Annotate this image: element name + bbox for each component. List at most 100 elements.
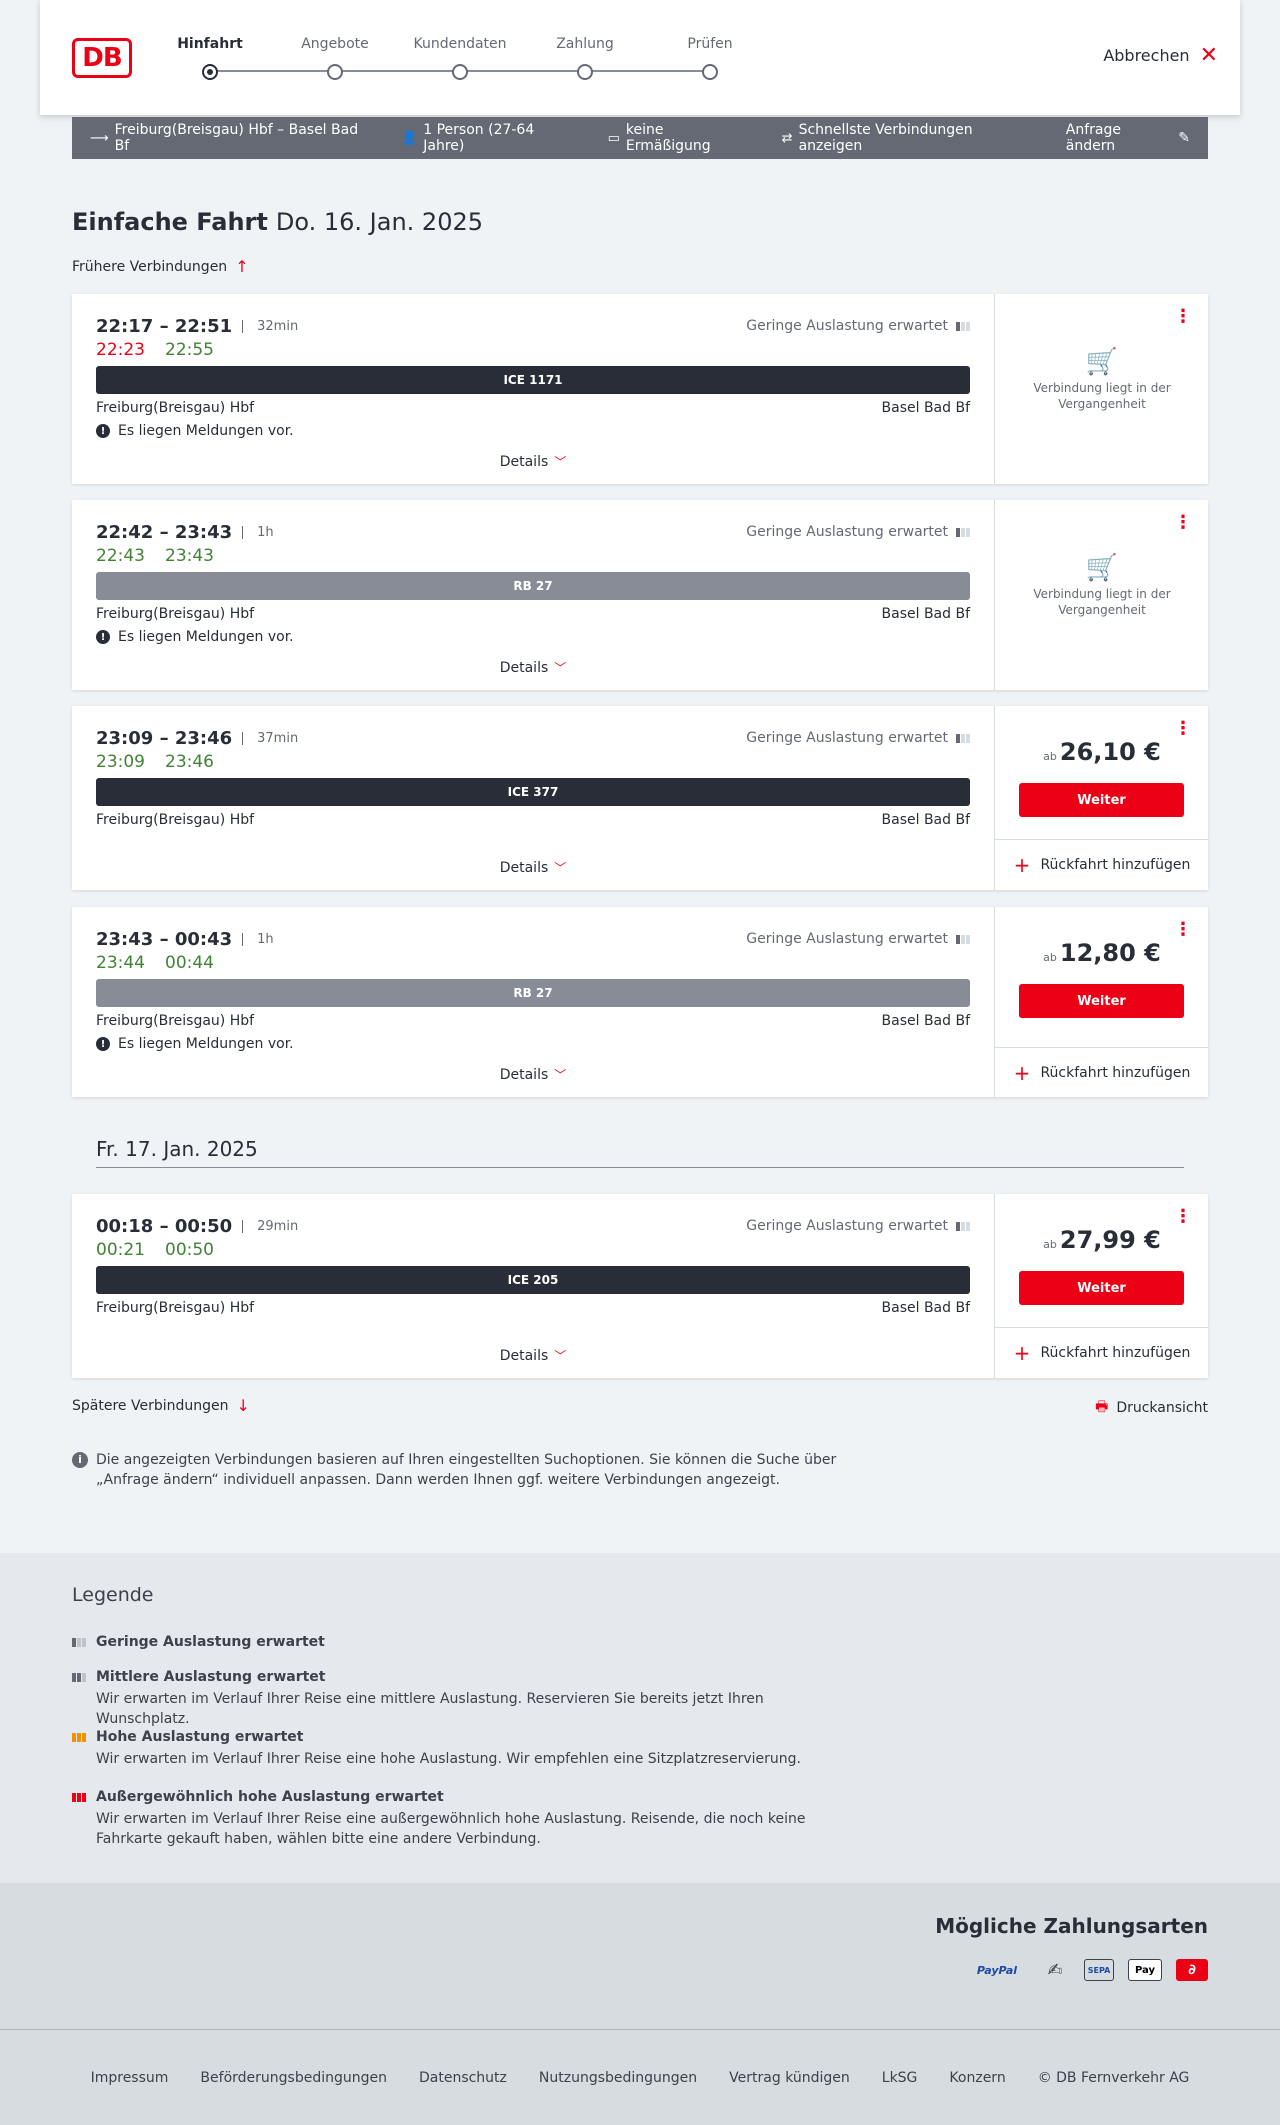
query-route-label: Freiburg(Breisgau) Hbf – Basel Bad Bf xyxy=(114,122,359,154)
connection-times: 00:18 – 00:50 29min xyxy=(96,1216,298,1237)
realtime-departure: 23:09 xyxy=(96,752,145,772)
connection-main: 23:43 – 00:43 1h 23:44 00:44 Geringe Ausla… xyxy=(72,907,994,1097)
load-indicator: Geringe Auslastung erwartet xyxy=(746,524,970,540)
price-prefix: ab xyxy=(1043,951,1057,964)
step-dot-pruefen xyxy=(702,64,718,80)
price: ab 12,80 € xyxy=(995,939,1209,967)
footer-link-vertrag-kuendigen[interactable]: Vertrag kündigen xyxy=(729,2070,850,2086)
query-persons: 👤 1 Person (27-64 Jahre) xyxy=(401,122,574,154)
details-label: Details xyxy=(499,454,549,470)
add-return-button[interactable]: + Rückfahrt hinzufügen xyxy=(995,1327,1209,1378)
notice: ! Es liegen Meldungen vor. xyxy=(96,1036,294,1052)
alert-icon: ! xyxy=(96,630,110,644)
change-query-label: Anfrage ändern xyxy=(1065,122,1121,154)
connection-card[interactable]: 23:43 – 00:43 1h 23:44 00:44 Geringe Ausla… xyxy=(72,907,1209,1097)
details-toggle[interactable]: Details ﹀ xyxy=(72,453,994,470)
legend-title: Legende xyxy=(72,1584,154,1606)
cancel-label: Abbrechen xyxy=(1103,46,1190,65)
connection-main: 22:42 – 23:43 1h 22:43 23:43 Geringe Ausla… xyxy=(72,500,994,690)
change-query-button[interactable]: Anfrage ändern ✎ xyxy=(1066,122,1190,154)
load-indicator: Geringe Auslastung erwartet xyxy=(746,318,970,334)
add-return-label: Rückfahrt hinzufügen xyxy=(1040,1064,1191,1081)
close-icon: ✕ xyxy=(1199,42,1218,68)
later-connections-link[interactable]: Spätere Verbindungen ↓ xyxy=(72,1396,250,1415)
realtime-times: 22:43 23:43 xyxy=(96,546,214,566)
payment-icons: PayPal ✍ SEPA Pay ∂ xyxy=(968,1959,1208,1981)
earlier-connections-link[interactable]: Frühere Verbindungen ↑ xyxy=(72,257,249,276)
realtime-arrival: 23:43 xyxy=(165,546,214,566)
footer-link-lksg[interactable]: LkSG xyxy=(882,2070,918,2086)
stations: Freiburg(Breisgau) Hbf Basel Bad Bf xyxy=(96,1300,970,1316)
more-options-icon[interactable]: ⋮ xyxy=(1174,1208,1192,1226)
train-bar[interactable]: RB 27 xyxy=(96,979,970,1007)
details-toggle[interactable]: Details ﹀ xyxy=(72,859,994,876)
continue-button[interactable]: Weiter xyxy=(1019,783,1184,817)
footer-link-nutzungsbedingungen[interactable]: Nutzungsbedingungen xyxy=(539,2070,697,2086)
details-label: Details xyxy=(499,860,549,876)
paypal-icon: PayPal xyxy=(976,1963,1018,1977)
connection-card[interactable]: 00:18 – 00:50 29min 00:21 00:50 Geringe Au… xyxy=(72,1194,1209,1378)
realtime-arrival: 23:46 xyxy=(165,752,214,772)
connection-times: 22:17 – 22:51 32min xyxy=(96,316,298,337)
train-bar[interactable]: ICE 205 xyxy=(96,1266,970,1294)
load-label: Geringe Auslastung erwartet xyxy=(746,730,948,746)
footer-link-konzern[interactable]: Konzern xyxy=(949,2070,1005,2086)
query-bar: ⟶ Freiburg(Breisgau) Hbf – Basel Bad Bf 👤… xyxy=(72,117,1208,159)
cancel-button[interactable]: Abbrechen ✕ xyxy=(1103,42,1218,68)
plus-icon: + xyxy=(1013,1060,1031,1085)
from-station: Freiburg(Breisgau) Hbf xyxy=(96,1300,255,1316)
details-toggle[interactable]: Details ﹀ xyxy=(72,1347,994,1364)
query-option: ⇄ Schnellste Verbindungen anzeigen xyxy=(782,122,1032,154)
more-options-icon[interactable]: ⋮ xyxy=(1174,514,1192,532)
add-return-button[interactable]: + Rückfahrt hinzufügen xyxy=(995,1047,1209,1097)
to-station: Basel Bad Bf xyxy=(881,812,970,828)
plus-icon: + xyxy=(1013,1341,1031,1365)
legend-item-title: Hohe Auslastung erwartet xyxy=(96,1729,304,1745)
load-label: Geringe Auslastung erwartet xyxy=(746,318,948,334)
connection-card[interactable]: 22:42 – 23:43 1h 22:43 23:43 Geringe Ausla… xyxy=(72,500,1208,690)
step-dot-angebote xyxy=(327,64,343,80)
legend-item: Mittlere Auslastung erwartet Wir erwarte… xyxy=(72,1669,856,1729)
planned-times: 23:43 – 00:43 xyxy=(96,929,233,950)
stations: Freiburg(Breisgau) Hbf Basel Bad Bf xyxy=(96,812,970,828)
more-options-icon[interactable]: ⋮ xyxy=(1174,308,1192,326)
add-return-label: Rückfahrt hinzufügen xyxy=(1040,1345,1191,1361)
legend-item: Hohe Auslastung erwartet Wir erwarten im… xyxy=(72,1729,856,1769)
train-bar[interactable]: RB 27 xyxy=(96,572,970,600)
duration: 32min xyxy=(242,320,298,333)
footer-link-befoerderungsbedingungen[interactable]: Beförderungsbedingungen xyxy=(200,2070,387,2086)
filter-icon: ⇄ xyxy=(781,130,793,146)
price-value: 27,99 € xyxy=(1059,1226,1161,1254)
query-discount-label: keine Ermäßigung xyxy=(625,122,711,154)
more-options-icon[interactable]: ⋮ xyxy=(1174,921,1192,939)
connection-main: 00:18 – 00:50 29min 00:21 00:50 Geringe Au… xyxy=(72,1194,994,1378)
connection-side: ⋮ ab 27,99 € Weiter + Rückfahrt hinzufügen xyxy=(994,1194,1209,1378)
realtime-times: 22:23 22:55 xyxy=(96,340,214,360)
low-load-icon xyxy=(956,321,970,331)
connection-card[interactable]: 22:17 – 22:51 32min 22:23 22:55 Geringe Au… xyxy=(72,294,1208,484)
cart-disabled-icon: 🛒 xyxy=(1085,553,1119,583)
details-toggle[interactable]: Details ﹀ xyxy=(72,659,994,676)
realtime-times: 23:09 23:46 xyxy=(96,752,214,772)
info-note: i Die angezeigten Verbindungen basieren a… xyxy=(72,1450,852,1490)
footer-link-impressum[interactable]: Impressum xyxy=(91,2070,169,2086)
page-title: Einfache Fahrt Do. 16. Jan. 2025 xyxy=(72,208,483,236)
past-label: Verbindung liegt in der Vergangenheit xyxy=(1033,381,1171,411)
continue-button[interactable]: Weiter xyxy=(1019,984,1184,1018)
train-bar[interactable]: ICE 1171 xyxy=(96,366,970,394)
stations: Freiburg(Breisgau) Hbf Basel Bad Bf xyxy=(96,1013,970,1029)
stations: Freiburg(Breisgau) Hbf Basel Bad Bf xyxy=(96,400,970,416)
more-options-icon[interactable]: ⋮ xyxy=(1174,720,1192,738)
query-option-label: Schnellste Verbindungen anzeigen xyxy=(798,122,973,154)
continue-button[interactable]: Weiter xyxy=(1019,1271,1184,1305)
details-toggle[interactable]: Details ﹀ xyxy=(72,1066,994,1083)
connection-card[interactable]: 23:09 – 23:46 37min 23:09 23:46 Geringe Au… xyxy=(72,706,1209,890)
later-label: Spätere Verbindungen xyxy=(72,1397,229,1414)
db-logo[interactable]: DB xyxy=(72,38,132,78)
footer-link-datenschutz[interactable]: Datenschutz xyxy=(419,2070,507,2086)
low-load-icon xyxy=(956,733,970,743)
print-label: Druckansicht xyxy=(1116,1400,1208,1416)
print-view-link[interactable]: 🖶 Druckansicht xyxy=(1095,1396,1208,1420)
add-return-button[interactable]: + Rückfahrt hinzufügen xyxy=(995,839,1209,890)
train-bar[interactable]: ICE 377 xyxy=(96,778,970,806)
